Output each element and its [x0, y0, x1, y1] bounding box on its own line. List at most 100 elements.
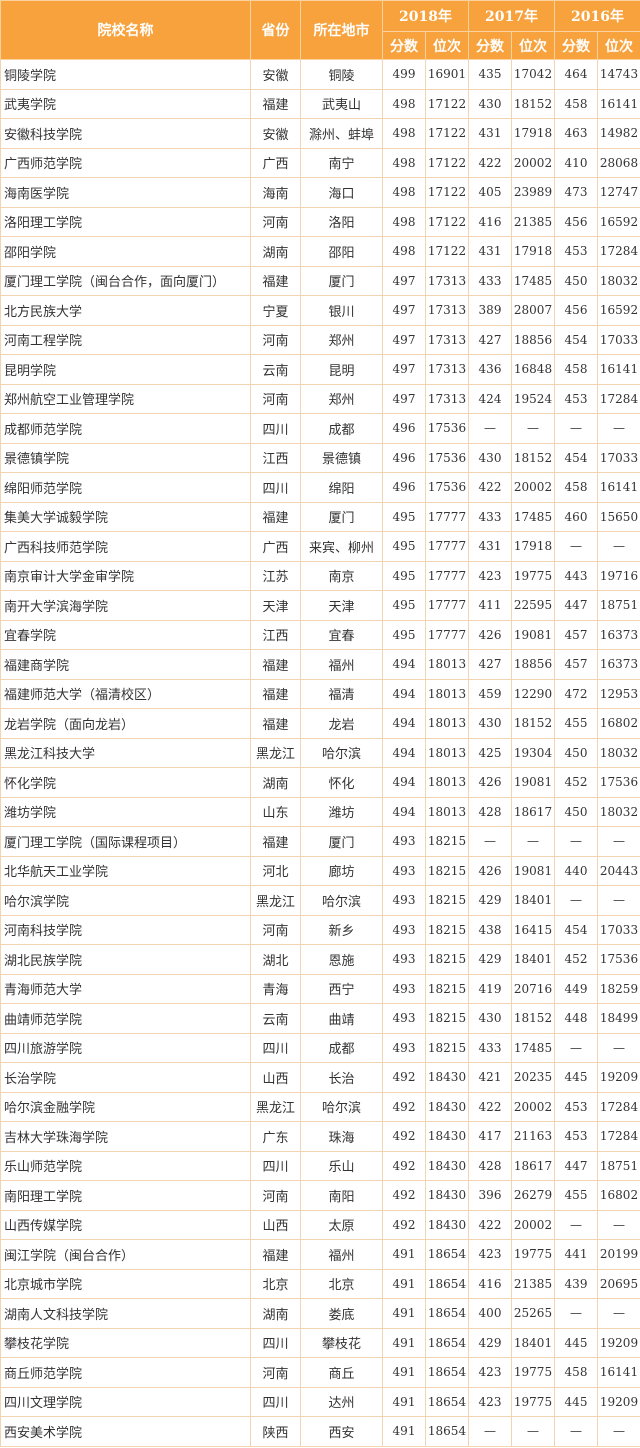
- cell-rank-2016: —: [597, 1032, 640, 1063]
- cell-score-2018: 495: [382, 590, 426, 621]
- cell-city: 南宁: [300, 147, 383, 178]
- table-row: 青海师范大学 青海 西宁 493 18215 419 20716 449 18259: [0, 973, 640, 1004]
- cell-rank-2017: 18152: [511, 88, 555, 119]
- cell-score-2017: 430: [468, 88, 512, 119]
- cell-score-2016: —: [554, 1209, 598, 1240]
- cell-city: 福州: [300, 1239, 383, 1270]
- table-row: 厦门理工学院（国际课程项目） 福建 厦门 493 18215— — — —: [0, 826, 640, 857]
- table-row: 四川旅游学院 四川 成都 493 18215 433 17485— —: [0, 1032, 640, 1063]
- cell-school: 广西师范学院: [0, 147, 251, 178]
- cell-score-2017: 433: [468, 265, 512, 296]
- cell-rank-2018: 18654: [425, 1416, 469, 1447]
- cell-province: 江苏: [250, 560, 301, 591]
- cell-rank-2018: 18013: [425, 767, 469, 798]
- cell-province: 云南: [250, 1003, 301, 1034]
- cell-rank-2016: 28068: [597, 147, 640, 178]
- cell-province: 河南: [250, 383, 301, 414]
- table-row: 安徽科技学院 安徽 滁州、蚌埠 498 17122 431 17918 463 14982: [0, 118, 640, 149]
- cell-rank-2017: 23989: [511, 177, 555, 208]
- cell-school: 南开大学滨海学院: [0, 590, 251, 621]
- cell-rank-2016: 18751: [597, 1150, 640, 1181]
- cell-score-2017: —: [468, 413, 512, 444]
- cell-score-2018: 493: [382, 973, 426, 1004]
- table-row: 成都师范学院 四川 成都 496 17536— — — —: [0, 413, 640, 444]
- cell-rank-2016: 18032: [597, 265, 640, 296]
- cell-rank-2016: 16141: [597, 88, 640, 119]
- cell-score-2018: 493: [382, 1032, 426, 1063]
- cell-score-2016: 449: [554, 973, 598, 1004]
- cell-rank-2018: 17313: [425, 383, 469, 414]
- cell-city: 武夷山: [300, 88, 383, 119]
- cell-score-2017: 431: [468, 118, 512, 149]
- cell-score-2016: 455: [554, 708, 598, 739]
- admission-score-table: 院校名称 省份 所在地市 2018年 2017年 2016年 分数 位次 分数 …: [0, 0, 640, 1447]
- table-row: 北方民族大学 宁夏 银川 497 17313 389 28007 456 16592: [0, 295, 640, 326]
- cell-score-2016: 450: [554, 796, 598, 827]
- cell-city: 绵阳: [300, 472, 383, 503]
- cell-province: 福建: [250, 649, 301, 680]
- cell-rank-2017: 19775: [511, 1386, 555, 1417]
- cell-score-2018: 494: [382, 649, 426, 680]
- cell-score-2017: 422: [468, 472, 512, 503]
- cell-school: 安徽科技学院: [0, 118, 251, 149]
- cell-score-2018: 498: [382, 118, 426, 149]
- table-row: 南阳理工学院 河南 南阳 492 18430 396 26279 455 16802: [0, 1180, 640, 1211]
- cell-score-2018: 492: [382, 1150, 426, 1181]
- cell-score-2017: 426: [468, 767, 512, 798]
- cell-rank-2016: 15650: [597, 501, 640, 532]
- table-row: 福建商学院 福建 福州 494 18013 427 18856 457 16373: [0, 649, 640, 680]
- table-row: 哈尔滨学院 黑龙江 哈尔滨 493 18215 429 18401— —: [0, 885, 640, 916]
- cell-score-2016: 445: [554, 1327, 598, 1358]
- header-year-2017: 2017年: [468, 0, 555, 32]
- cell-rank-2017: 21385: [511, 1268, 555, 1299]
- cell-province: 四川: [250, 1032, 301, 1063]
- cell-province: 黑龙江: [250, 885, 301, 916]
- cell-school: 怀化学院: [0, 767, 251, 798]
- cell-score-2017: 430: [468, 708, 512, 739]
- cell-rank-2016: 20695: [597, 1268, 640, 1299]
- cell-rank-2016: 17536: [597, 767, 640, 798]
- cell-school: 邵阳学院: [0, 236, 251, 267]
- cell-rank-2018: 17313: [425, 295, 469, 326]
- cell-school: 福建商学院: [0, 649, 251, 680]
- cell-school: 南阳理工学院: [0, 1180, 251, 1211]
- cell-score-2016: 450: [554, 737, 598, 768]
- cell-rank-2018: 18215: [425, 1032, 469, 1063]
- cell-rank-2018: 18430: [425, 1180, 469, 1211]
- cell-school: 厦门理工学院（国际课程项目）: [0, 826, 251, 857]
- cell-score-2017: 423: [468, 1239, 512, 1270]
- cell-rank-2018: 18215: [425, 944, 469, 975]
- cell-score-2017: 459: [468, 678, 512, 709]
- cell-rank-2018: 17122: [425, 236, 469, 267]
- cell-rank-2016: 20443: [597, 855, 640, 886]
- cell-city: 龙岩: [300, 708, 383, 739]
- table-row: 广西科技师范学院 广西 来宾、柳州 495 17777 431 17918— —: [0, 531, 640, 562]
- cell-rank-2017: 17485: [511, 265, 555, 296]
- cell-score-2018: 499: [382, 59, 426, 90]
- cell-school: 青海师范大学: [0, 973, 251, 1004]
- cell-rank-2016: 17536: [597, 944, 640, 975]
- cell-score-2017: 423: [468, 1357, 512, 1388]
- header-year-2018: 2018年: [382, 0, 469, 32]
- cell-city: 廊坊: [300, 855, 383, 886]
- cell-city: 娄底: [300, 1298, 383, 1329]
- cell-city: 海口: [300, 177, 383, 208]
- cell-city: 福州: [300, 649, 383, 680]
- cell-rank-2017: 19304: [511, 737, 555, 768]
- cell-score-2016: 440: [554, 855, 598, 886]
- table-row: 厦门理工学院（闽台合作，面向厦门） 福建 厦门 497 17313 433 17485 450…: [0, 265, 640, 296]
- cell-score-2016: 453: [554, 1091, 598, 1122]
- cell-rank-2017: 17485: [511, 1032, 555, 1063]
- cell-city: 达州: [300, 1386, 383, 1417]
- cell-province: 湖南: [250, 767, 301, 798]
- cell-province: 天津: [250, 590, 301, 621]
- cell-rank-2016: 16373: [597, 619, 640, 650]
- cell-rank-2018: 18654: [425, 1239, 469, 1270]
- cell-rank-2017: 18856: [511, 324, 555, 355]
- cell-rank-2016: —: [597, 1416, 640, 1447]
- cell-score-2018: 495: [382, 531, 426, 562]
- cell-rank-2016: 17284: [597, 236, 640, 267]
- cell-score-2016: 463: [554, 118, 598, 149]
- cell-school: 集美大学诚毅学院: [0, 501, 251, 532]
- cell-rank-2017: 20002: [511, 472, 555, 503]
